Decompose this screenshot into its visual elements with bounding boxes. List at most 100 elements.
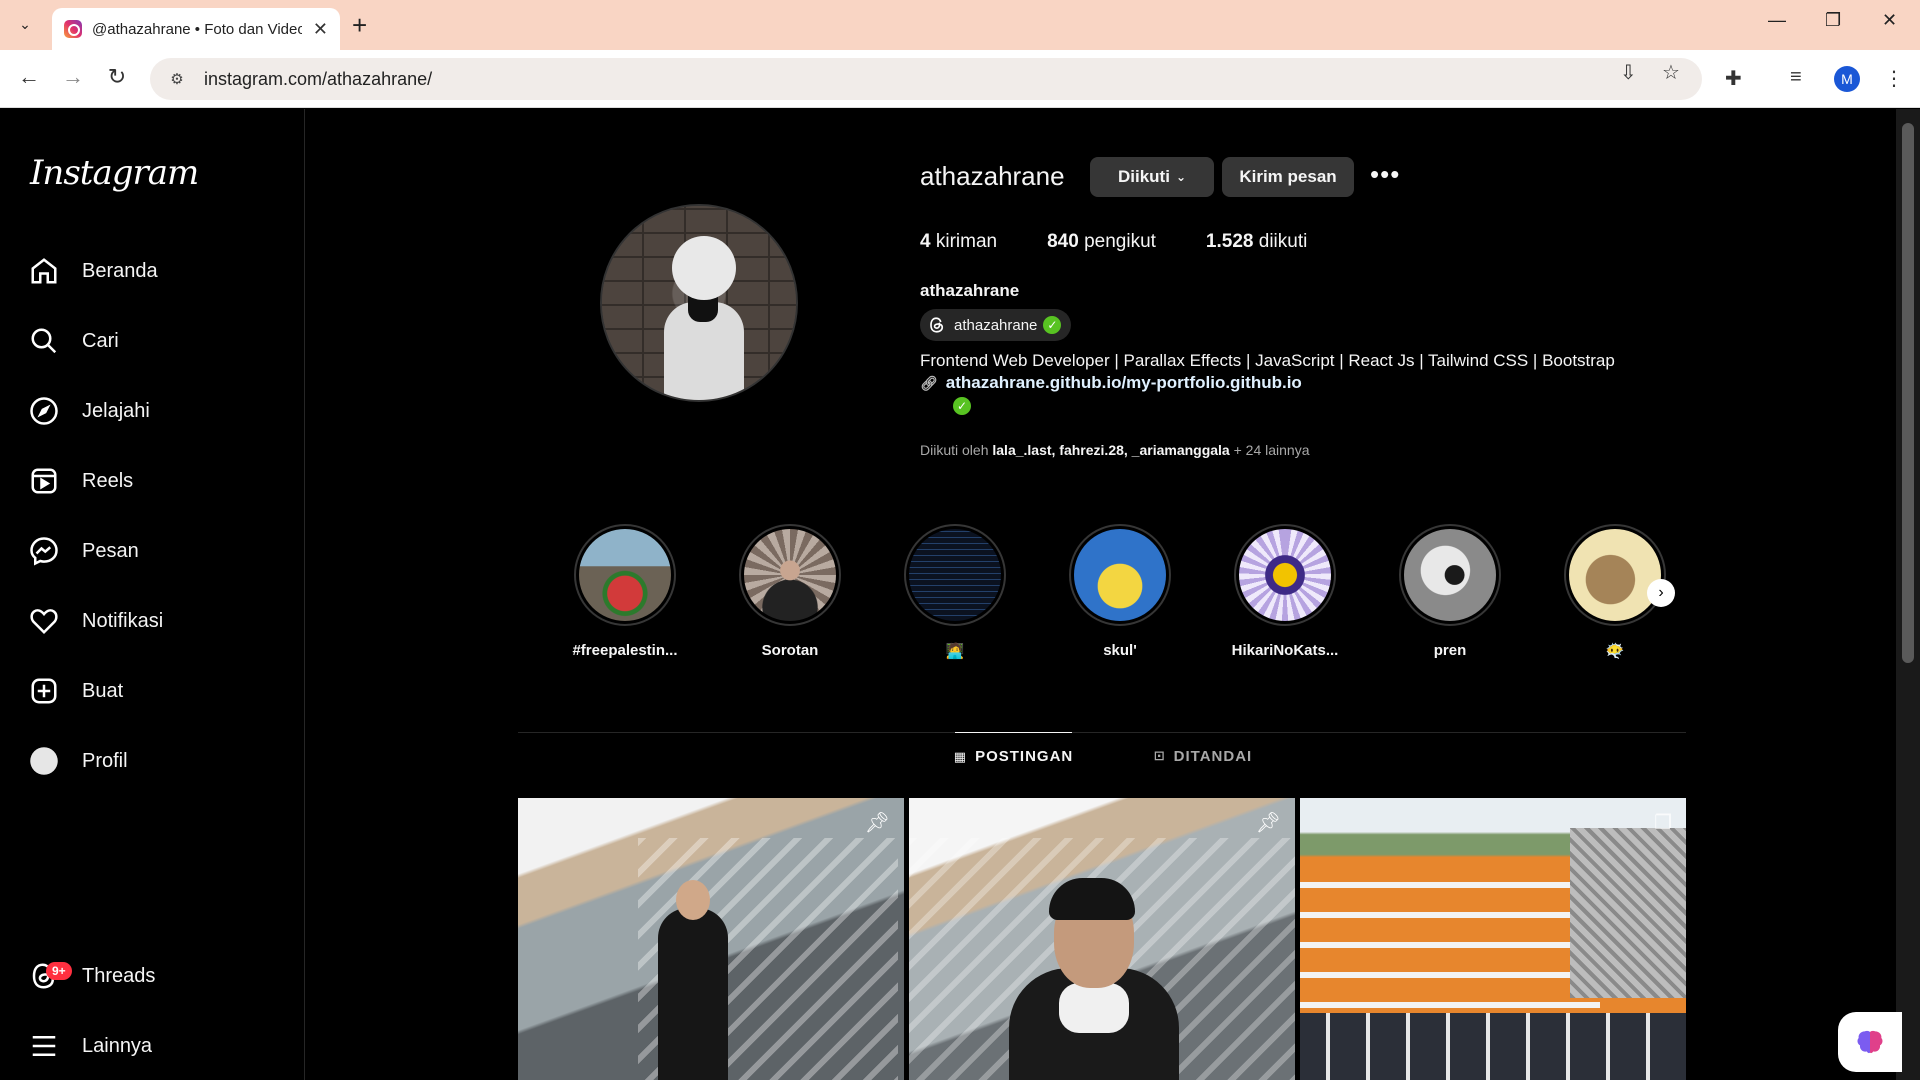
story-highlight[interactable]: 🧑‍💻 bbox=[885, 524, 1025, 660]
threads-icon: 9+ bbox=[28, 960, 72, 992]
browser-menu-icon[interactable]: ⋮ bbox=[1884, 66, 1904, 91]
highlight-cover-raccoon bbox=[1569, 529, 1661, 621]
highlight-cover-code bbox=[909, 529, 1001, 621]
post-thumbnail[interactable]: 📌︎ bbox=[518, 798, 904, 1080]
followers-stat[interactable]: 840 pengikut bbox=[1047, 231, 1156, 253]
verified-check-icon: ✓ bbox=[1043, 316, 1062, 334]
chevron-right-icon[interactable]: › bbox=[1647, 579, 1675, 607]
story-highlight[interactable]: Sorotan bbox=[720, 524, 860, 659]
window-close-icon[interactable]: ✕ bbox=[1882, 10, 1897, 31]
highlight-cover-hikari bbox=[1239, 529, 1331, 621]
profile-username: athazahrane bbox=[920, 161, 1065, 191]
story-highlight[interactable]: #freepalestin... bbox=[555, 524, 695, 659]
profile-picture[interactable] bbox=[600, 204, 798, 402]
extensions-puzzle-icon[interactable]: ✚ bbox=[1725, 66, 1742, 91]
highlight-label: 😶‍🌫️ bbox=[1605, 643, 1625, 660]
url-text[interactable]: instagram.com/athazahrane/ bbox=[204, 69, 432, 90]
highlight-label: 🧑‍💻 bbox=[945, 643, 965, 660]
site-info-icon[interactable]: ⚙ bbox=[166, 68, 188, 90]
highlight-cover-pren bbox=[1404, 529, 1496, 621]
highlight-label: pren bbox=[1433, 642, 1467, 659]
tab-tagged[interactable]: ⊡ DITANDAI bbox=[1143, 732, 1263, 780]
verified-check-icon: ✓ bbox=[953, 397, 971, 415]
scrollbar-thumb[interactable] bbox=[1902, 123, 1914, 663]
back-arrow-icon[interactable]: ← bbox=[14, 64, 44, 90]
sidebar-item-more[interactable]: Lainnya bbox=[28, 1021, 152, 1071]
instagram-page: Instagram Beranda Cari Jelajahi Reels Pe… bbox=[0, 109, 1920, 1080]
more-options-icon[interactable]: ••• bbox=[1370, 159, 1400, 190]
new-tab-plus-icon[interactable]: + bbox=[352, 10, 367, 41]
page-scrollbar[interactable] bbox=[1896, 109, 1920, 1080]
profile-link-text[interactable]: athazahrane.github.io/my-portfolio.githu… bbox=[946, 373, 1302, 393]
following-stat[interactable]: 1.528 diikuti bbox=[1206, 231, 1307, 253]
profile-stats: 4 kiriman 840 pengikut 1.528 diikuti bbox=[920, 231, 1357, 253]
pin-icon: 📌︎ bbox=[1255, 812, 1281, 834]
sidebar-item-messages[interactable]: Pesan bbox=[28, 526, 139, 576]
sidebar-item-label: Lainnya bbox=[82, 1034, 153, 1057]
restore-icon[interactable]: ❐ bbox=[1825, 10, 1841, 31]
threads-profile-chip[interactable]: athazahrane ✓ bbox=[920, 309, 1072, 341]
browser-tab-active[interactable]: @athazahrane • Foto dan Video Instagram … bbox=[52, 8, 340, 50]
threads-icon bbox=[930, 317, 944, 333]
reels-icon bbox=[28, 465, 60, 497]
sidebar-item-label: Notifikasi bbox=[82, 609, 164, 632]
instagram-logo[interactable]: Instagram bbox=[30, 153, 199, 193]
story-highlight[interactable]: HikariNoKats... bbox=[1215, 524, 1355, 659]
profile-picture-figure bbox=[664, 236, 744, 400]
following-button[interactable]: Diikuti ⌄ bbox=[1090, 157, 1214, 197]
post-thumbnail[interactable]: 📌︎ bbox=[909, 798, 1295, 1080]
sidebar-item-reels[interactable]: Reels bbox=[28, 456, 133, 506]
sidebar-item-search[interactable]: Cari bbox=[28, 316, 119, 366]
sidebar-item-label: Pesan bbox=[82, 539, 139, 562]
install-app-icon[interactable]: ⇩ bbox=[1620, 60, 1637, 85]
send-message-button[interactable]: Kirim pesan bbox=[1222, 157, 1354, 197]
sidebar-item-label: Threads bbox=[82, 964, 156, 987]
tagged-person-icon: ⊡ bbox=[1153, 748, 1166, 763]
sidebar: Instagram Beranda Cari Jelajahi Reels Pe… bbox=[0, 109, 305, 1080]
posts-stat: 4 kiriman bbox=[920, 231, 998, 252]
browser-tabbar: ⌄ @athazahrane • Foto dan Video Instagra… bbox=[0, 0, 1920, 50]
sidebar-item-home[interactable]: Beranda bbox=[28, 246, 158, 296]
browser-toolbar: ← → ↻ ⚙ instagram.com/athazahrane/ ⇩ ☆ ✚… bbox=[0, 50, 1920, 108]
messenger-icon bbox=[28, 535, 60, 567]
tab-close-icon[interactable]: ✕ bbox=[313, 19, 328, 40]
plus-square-icon bbox=[28, 675, 60, 707]
sidebar-item-label: Cari bbox=[82, 329, 119, 352]
sidebar-item-threads[interactable]: 9+ Threads bbox=[28, 951, 155, 1001]
instagram-favicon-icon bbox=[64, 20, 82, 38]
grid-icon: ▦ bbox=[953, 748, 968, 764]
browser-profile-avatar[interactable]: M bbox=[1834, 66, 1860, 92]
search-icon bbox=[28, 325, 60, 357]
highlight-label: skul' bbox=[1103, 642, 1137, 659]
tab-posts[interactable]: ▦ POSTINGAN bbox=[953, 732, 1072, 780]
highlight-cover-portrait bbox=[744, 529, 836, 621]
sidebar-item-explore[interactable]: Jelajahi bbox=[28, 386, 150, 436]
sidebar-item-create[interactable]: Buat bbox=[28, 666, 123, 716]
threads-badge: 9+ bbox=[46, 962, 72, 980]
sidebar-item-label: Beranda bbox=[82, 259, 158, 282]
sidebar-item-notifications[interactable]: Notifikasi bbox=[28, 596, 163, 646]
address-bar[interactable]: ⚙ instagram.com/athazahrane/ bbox=[150, 58, 1702, 100]
minimize-icon[interactable]: — bbox=[1768, 10, 1786, 31]
assistant-brain-icon[interactable] bbox=[1838, 1012, 1902, 1072]
tab-search-menu-icon[interactable]: ⌄ bbox=[10, 9, 40, 39]
reload-icon[interactable]: ↻ bbox=[102, 64, 132, 90]
home-icon bbox=[28, 255, 60, 287]
tab-title: @athazahrane • Foto dan Video Instagram bbox=[92, 20, 302, 38]
forward-arrow-icon[interactable]: → bbox=[58, 64, 88, 90]
highlight-cover-watermelon bbox=[579, 529, 671, 621]
followed-by[interactable]: Diikuti oleh lala_.last, fahrezi.28, _ar… bbox=[920, 442, 1310, 458]
highlight-label: Sorotan bbox=[761, 642, 819, 659]
pin-icon: 📌︎ bbox=[864, 812, 890, 834]
post-thumbnail[interactable]: ❐ bbox=[1300, 798, 1686, 1080]
sidebar-item-profile[interactable]: Profil bbox=[28, 736, 128, 786]
highlight-label: HikariNoKats... bbox=[1231, 642, 1339, 659]
media-control-icon[interactable]: ≡ bbox=[1790, 66, 1802, 89]
profile-main: athazahrane Diikuti ⌄ Kirim pesan ••• 4 … bbox=[305, 109, 1896, 1080]
story-highlight[interactable]: pren bbox=[1380, 524, 1520, 659]
story-highlight[interactable]: skul' bbox=[1050, 524, 1190, 659]
chevron-down-icon: ⌄ bbox=[1175, 170, 1186, 184]
highlight-cover-spongebob bbox=[1074, 529, 1166, 621]
profile-link[interactable]: 🔗︎ athazahrane.github.io/my-portfolio.gi… bbox=[920, 373, 1302, 393]
bookmark-star-icon[interactable]: ☆ bbox=[1662, 60, 1680, 85]
